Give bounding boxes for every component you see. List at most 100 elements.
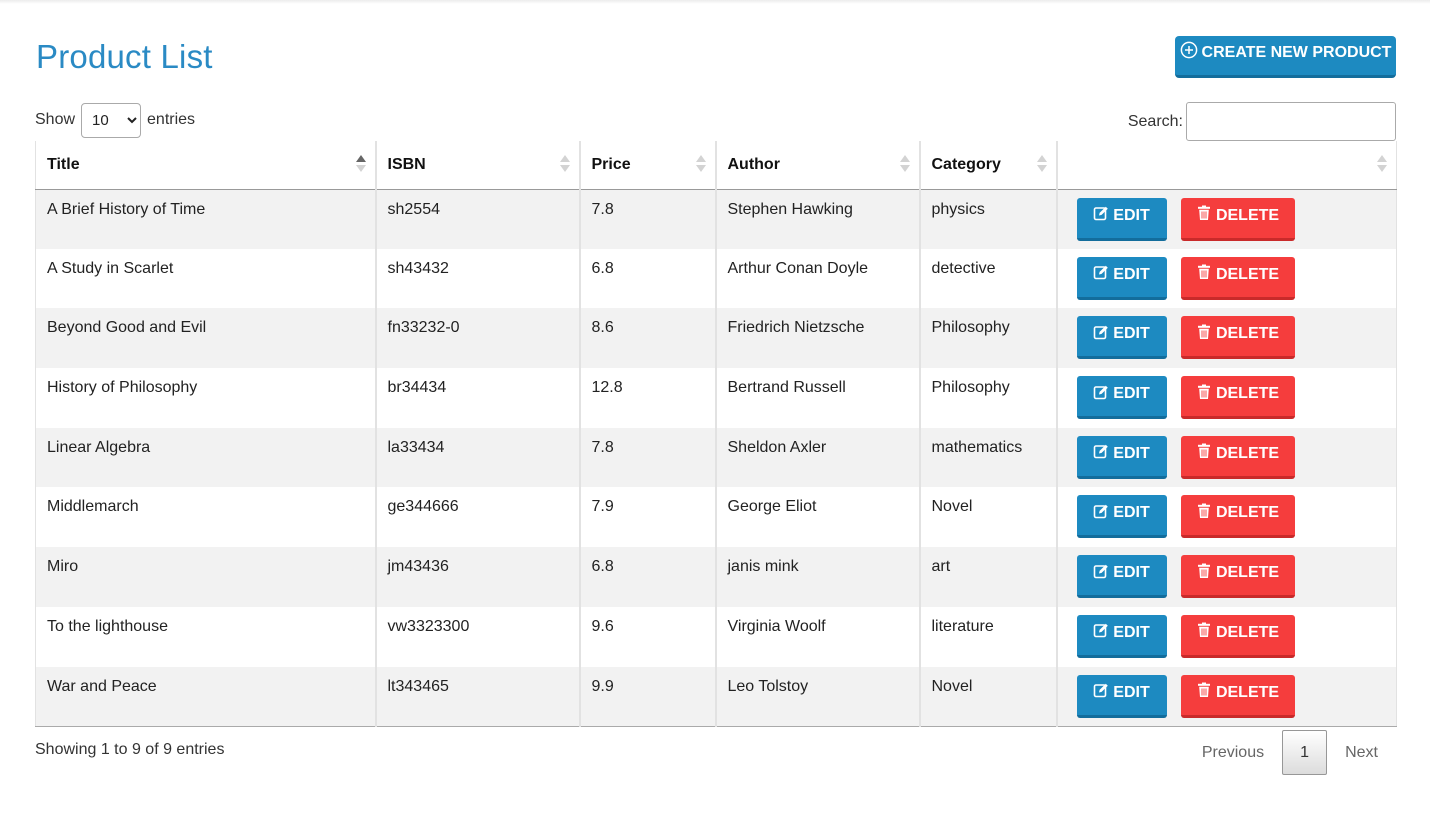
cell-actions: EDIT DELETE — [1055, 308, 1397, 369]
sort-icon — [355, 155, 366, 173]
cell-price: 7.8 — [578, 427, 716, 488]
edit-button[interactable]: EDIT — [1076, 674, 1167, 718]
cell-price: 9.9 — [578, 666, 716, 727]
delete-button[interactable]: DELETE — [1180, 435, 1295, 479]
cell-isbn: ge344666 — [374, 487, 580, 548]
edit-button[interactable]: EDIT — [1076, 614, 1167, 658]
trash-icon — [1196, 563, 1212, 584]
column-header-label: Title — [47, 155, 80, 173]
column-header-author[interactable]: Author — [714, 141, 920, 190]
sort-up-arrow — [559, 155, 570, 162]
table-row: Miro jm43436 6.8 janis mink art EDIT DELETE — [35, 547, 1397, 607]
edit-button[interactable]: EDIT — [1076, 555, 1167, 599]
previous-page-button[interactable]: Previous — [1184, 744, 1282, 762]
edit-label: EDIT — [1113, 385, 1150, 403]
page-1-button[interactable]: 1 — [1282, 730, 1328, 775]
cell-category: literature — [918, 606, 1057, 667]
plus-circle-icon — [1180, 41, 1198, 64]
sort-icon — [1036, 155, 1047, 173]
sort-up-arrow — [1377, 155, 1387, 162]
delete-button[interactable]: DELETE — [1180, 674, 1295, 718]
cell-price: 7.9 — [578, 487, 716, 548]
sort-icon — [1377, 155, 1387, 173]
cell-title: War and Peace — [35, 666, 376, 727]
delete-button[interactable]: DELETE — [1180, 495, 1295, 539]
cell-isbn: jm43436 — [374, 547, 580, 607]
sort-down-arrow — [695, 165, 706, 172]
search-control: Search: — [1128, 102, 1396, 141]
edit-button[interactable]: EDIT — [1076, 197, 1167, 241]
edit-label: EDIT — [1113, 206, 1150, 224]
delete-button[interactable]: DELETE — [1180, 614, 1295, 658]
column-header-label: Author — [727, 155, 780, 173]
delete-button[interactable]: DELETE — [1180, 316, 1295, 360]
delete-button[interactable]: DELETE — [1180, 197, 1295, 241]
cell-author: George Eliot — [714, 487, 920, 548]
cell-author: Arthur Conan Doyle — [714, 248, 920, 309]
delete-label: DELETE — [1215, 504, 1280, 522]
pagination: Previous 1 Next — [1184, 730, 1396, 775]
table-info: Showing 1 to 9 of 9 entries — [35, 741, 225, 758]
cell-title: To the lighthouse — [35, 606, 376, 667]
table-header-row: Title ISBN Price Author Category — [35, 141, 1397, 190]
edit-label: EDIT — [1113, 623, 1150, 641]
edit-button[interactable]: EDIT — [1076, 435, 1167, 479]
column-header-price[interactable]: Price — [578, 141, 716, 190]
edit-label: EDIT — [1113, 444, 1150, 462]
cell-title: A Brief History of Time — [35, 189, 376, 249]
edit-button[interactable]: EDIT — [1076, 256, 1167, 300]
delete-button[interactable]: DELETE — [1180, 256, 1295, 300]
column-header-isbn[interactable]: ISBN — [374, 141, 580, 190]
edit-label: EDIT — [1113, 683, 1150, 701]
cell-isbn: br34434 — [374, 368, 580, 428]
cell-author: janis mink — [714, 547, 920, 607]
product-table: Title ISBN Price Author Category A Brief His… — [35, 141, 1397, 727]
cell-category: Novel — [918, 666, 1057, 727]
show-label: Show — [35, 111, 76, 128]
column-header-actions[interactable] — [1055, 141, 1397, 190]
table-row: War and Peace lt343465 9.9 Leo Tolstoy Novel… — [35, 666, 1397, 727]
edit-label: EDIT — [1113, 504, 1150, 522]
edit-button[interactable]: EDIT — [1076, 495, 1167, 539]
cell-author: Virginia Woolf — [714, 606, 920, 667]
edit-button[interactable]: EDIT — [1076, 376, 1167, 420]
entries-per-page-select[interactable]: 102550100 — [81, 102, 142, 138]
edit-icon — [1093, 443, 1109, 464]
sort-up-arrow — [899, 155, 910, 162]
cell-title: History of Philosophy — [35, 368, 376, 428]
sort-down-arrow — [899, 165, 910, 172]
edit-icon — [1093, 384, 1109, 405]
delete-label: DELETE — [1215, 206, 1280, 224]
edit-icon — [1093, 503, 1109, 524]
table-row: To the lighthouse vw3323300 9.6 Virginia Wo… — [35, 606, 1397, 667]
cell-actions: EDIT DELETE — [1055, 606, 1397, 667]
delete-label: DELETE — [1215, 325, 1280, 343]
create-new-product-button[interactable]: CREATE NEW PRODUCT — [1175, 36, 1396, 78]
trash-icon — [1196, 384, 1212, 405]
edit-label: EDIT — [1113, 265, 1150, 283]
delete-button[interactable]: DELETE — [1180, 376, 1295, 420]
sort-down-arrow — [559, 165, 570, 172]
sort-icon — [695, 155, 706, 173]
cell-actions: EDIT DELETE — [1055, 487, 1397, 548]
cell-actions: EDIT DELETE — [1055, 547, 1397, 607]
column-header-category[interactable]: Category — [918, 141, 1057, 190]
edit-icon — [1093, 622, 1109, 643]
edit-icon — [1093, 682, 1109, 703]
cell-category: Novel — [918, 487, 1057, 548]
cell-price: 8.6 — [578, 308, 716, 369]
search-input[interactable] — [1186, 102, 1396, 141]
trash-icon — [1196, 205, 1212, 226]
create-new-product-label: CREATE NEW PRODUCT — [1201, 43, 1392, 61]
column-header-label: ISBN — [387, 155, 426, 173]
cell-category: mathematics — [918, 427, 1057, 488]
column-header-title[interactable]: Title — [35, 141, 376, 190]
delete-button[interactable]: DELETE — [1180, 555, 1295, 599]
cell-actions: EDIT DELETE — [1055, 427, 1397, 488]
trash-icon — [1196, 682, 1212, 703]
sort-up-arrow — [695, 155, 706, 162]
next-page-button[interactable]: Next — [1327, 744, 1396, 762]
cell-author: Leo Tolstoy — [714, 666, 920, 727]
edit-button[interactable]: EDIT — [1076, 316, 1167, 360]
cell-price: 9.6 — [578, 606, 716, 667]
